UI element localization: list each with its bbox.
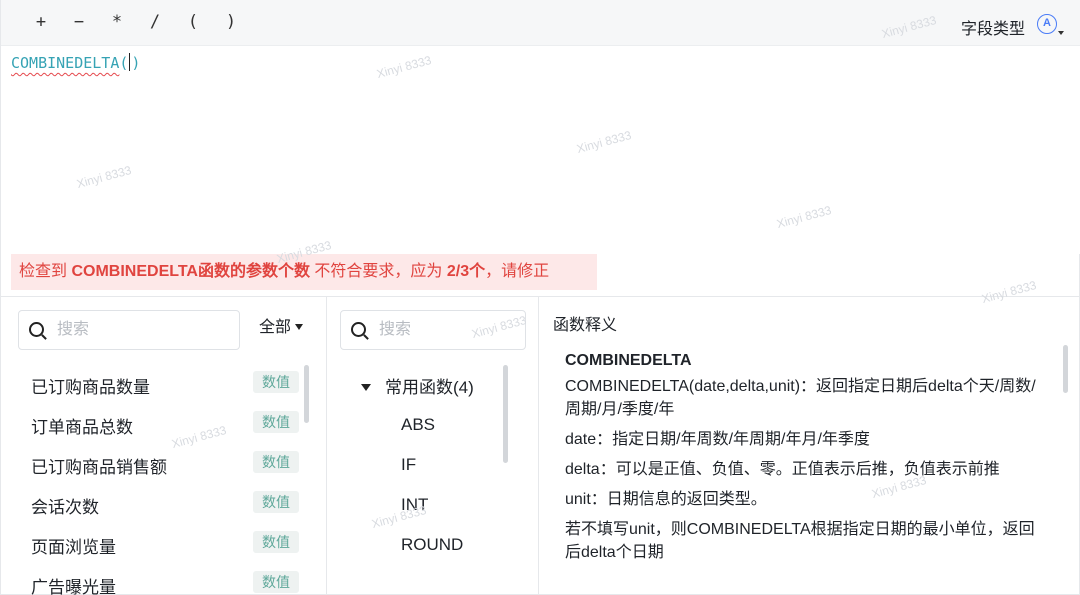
error-fn-name: COMBINEDELTA bbox=[71, 263, 198, 280]
chevron-down-icon bbox=[295, 324, 304, 330]
caret-down-icon[interactable] bbox=[1058, 31, 1064, 35]
field-name: 广告曝光量 bbox=[31, 578, 116, 595]
field-type-tag: 数值 bbox=[253, 491, 299, 513]
error-suffix: ，请修正 bbox=[485, 263, 550, 280]
formula-open-paren: ( bbox=[119, 54, 129, 72]
field-type-tag: 数值 bbox=[253, 531, 299, 553]
field-type-tag: 数值 bbox=[253, 451, 299, 473]
field-type-tag: 数值 bbox=[253, 571, 299, 593]
doc-function-heading: COMBINEDELTA bbox=[565, 352, 692, 369]
functions-search-input[interactable] bbox=[379, 319, 529, 341]
doc-body: COMBINEDELTA COMBINEDELTA(date,delta,uni… bbox=[565, 349, 1045, 571]
fields-filter-label: 全部 bbox=[259, 319, 292, 336]
field-item[interactable]: 已订购商品销售额 数值 bbox=[1, 443, 327, 483]
field-type-tag: 数值 bbox=[253, 411, 299, 433]
error-expected: 2/3个 bbox=[446, 263, 486, 280]
bottom-panels: 全部 已订购商品数量 数值 订单商品总数 数值 已订购商品销售额 数值 会话次数… bbox=[1, 296, 1080, 595]
function-item-int[interactable]: INT bbox=[401, 495, 428, 515]
search-icon bbox=[351, 322, 366, 337]
search-icon bbox=[29, 322, 44, 337]
field-item[interactable]: 广告曝光量 数值 bbox=[1, 563, 327, 595]
doc-paragraph: unit：日期信息的返回类型。 bbox=[565, 491, 767, 508]
doc-paragraph: COMBINEDELTA(date,delta,unit)：返回指定日期后del… bbox=[565, 378, 1036, 418]
field-name: 订单商品总数 bbox=[31, 418, 133, 437]
fields-scrollbar[interactable] bbox=[304, 365, 309, 423]
doc-panel-title: 函数释义 bbox=[553, 317, 618, 334]
error-prefix: 检查到 bbox=[19, 263, 72, 280]
function-item-round[interactable]: ROUND bbox=[401, 535, 463, 555]
open-paren-button[interactable]: ( bbox=[180, 12, 206, 36]
divide-operator-button[interactable]: / bbox=[142, 12, 168, 36]
error-mid: 函数的参数个数 bbox=[197, 263, 310, 280]
field-name: 已订购商品销售额 bbox=[31, 458, 167, 477]
formula-editor[interactable]: COMBINEDELTA() bbox=[1, 46, 1080, 254]
formula-function-name: COMBINEDELTA bbox=[11, 54, 120, 72]
field-name: 已订购商品数量 bbox=[31, 378, 150, 397]
error-message: 检查到 COMBINEDELTA函数的参数个数 不符合要求，应为 2/3个，请修… bbox=[11, 254, 597, 290]
function-group-common[interactable]: 常用函数(4) bbox=[361, 373, 474, 398]
minus-operator-button[interactable]: − bbox=[66, 12, 92, 36]
field-name: 页面浏览量 bbox=[31, 538, 116, 557]
doc-paragraph: date：指定日期/年周数/年周期/年月/年季度 bbox=[565, 431, 870, 448]
operator-toolbar: + − * / ( ) 字段类型 A bbox=[1, 0, 1080, 46]
field-type-a-icon[interactable]: A bbox=[1037, 14, 1057, 34]
close-paren-button[interactable]: ) bbox=[218, 12, 244, 36]
function-item-abs[interactable]: ABS bbox=[401, 415, 435, 435]
formula-close-paren: ) bbox=[131, 54, 141, 72]
functions-search[interactable] bbox=[340, 310, 529, 350]
doc-paragraph: delta：可以是正值、负值、零。正值表示后推，负值表示前推 bbox=[565, 461, 1000, 478]
functions-scrollbar[interactable] bbox=[503, 365, 508, 463]
caret-down-icon bbox=[361, 384, 371, 391]
function-item-if[interactable]: IF bbox=[401, 455, 416, 475]
field-item[interactable]: 已订购商品数量 数值 bbox=[1, 363, 327, 403]
fields-filter-dropdown[interactable]: 全部 bbox=[259, 313, 304, 337]
function-group-label: 常用函数(4) bbox=[385, 378, 474, 397]
formula-code[interactable]: COMBINEDELTA() bbox=[11, 53, 140, 72]
doc-scrollbar[interactable] bbox=[1063, 345, 1068, 393]
field-name: 会话次数 bbox=[31, 498, 99, 517]
field-item[interactable]: 订单商品总数 数值 bbox=[1, 403, 327, 443]
function-doc-panel: 函数释义 COMBINEDELTA COMBINEDELTA(date,delt… bbox=[539, 297, 1080, 595]
formula-editor-dialog: + − * / ( ) 字段类型 A COMBINEDELTA() 检查到 CO… bbox=[0, 0, 1080, 595]
field-item[interactable]: 页面浏览量 数值 bbox=[1, 523, 327, 563]
field-item[interactable]: 会话次数 数值 bbox=[1, 483, 327, 523]
error-middle: 不符合要求，应为 bbox=[309, 263, 447, 280]
multiply-operator-button[interactable]: * bbox=[104, 12, 130, 36]
field-type-tag: 数值 bbox=[253, 371, 299, 393]
plus-operator-button[interactable]: + bbox=[28, 12, 54, 36]
doc-paragraph: 若不填写unit，则COMBINEDELTA根据指定日期的最小单位，返回后del… bbox=[565, 521, 1035, 561]
functions-panel: 常用函数(4) ABS IF INT ROUND bbox=[327, 297, 539, 595]
field-type-label: 字段类型 bbox=[960, 21, 1025, 38]
fields-panel: 全部 已订购商品数量 数值 订单商品总数 数值 已订购商品销售额 数值 会话次数… bbox=[1, 297, 327, 595]
fields-search[interactable] bbox=[18, 310, 240, 350]
fields-search-input[interactable] bbox=[57, 319, 207, 341]
